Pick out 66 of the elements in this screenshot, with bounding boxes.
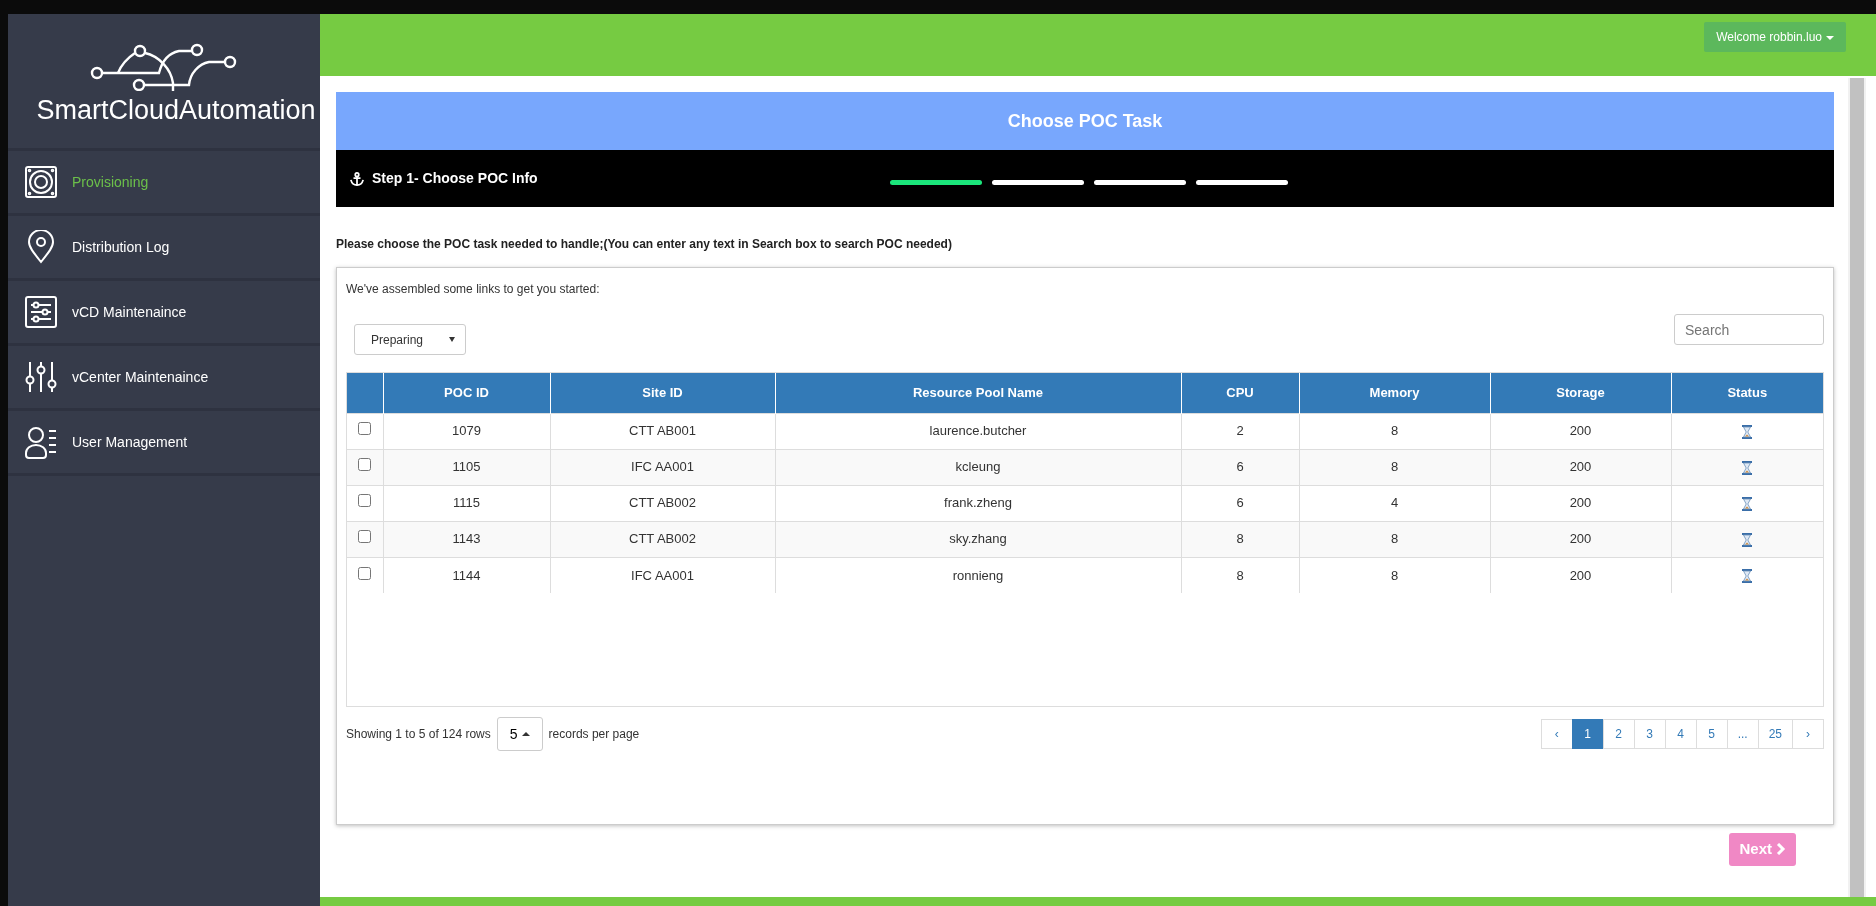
panel-title: Choose POC Task <box>336 92 1834 150</box>
page-link[interactable]: 5 <box>1695 719 1728 749</box>
page-link[interactable]: › <box>1792 719 1824 749</box>
row-checkbox[interactable] <box>358 458 372 472</box>
column-header: Status <box>1671 373 1823 413</box>
user-menu-button[interactable]: Welcome robbin.luo <box>1704 22 1846 52</box>
row-checkbox[interactable] <box>358 530 372 544</box>
page-size-label: records per page <box>548 726 640 743</box>
hourglass-icon <box>1742 569 1753 584</box>
page-link[interactable]: 3 <box>1633 719 1666 749</box>
chevron-right-icon <box>1776 843 1786 856</box>
column-header: Resource Pool Name <box>775 373 1181 413</box>
row-checkbox[interactable] <box>358 494 372 508</box>
table-cell: 200 <box>1490 449 1671 485</box>
table-cell: 8 <box>1181 557 1299 593</box>
speaker-icon <box>24 165 58 199</box>
table-cell: IFC AA001 <box>550 557 775 593</box>
table-cell: CTT AB002 <box>550 521 775 557</box>
page-link[interactable]: ... <box>1726 719 1759 749</box>
logo-text: SmartCloudAutomation <box>36 97 316 124</box>
hourglass-icon <box>1742 532 1753 547</box>
table-cell: ronnieng <box>775 557 1181 593</box>
caret-icon <box>521 732 530 736</box>
page-size-dropdown[interactable]: 5 <box>496 717 543 751</box>
page-link[interactable]: 25 <box>1757 719 1793 749</box>
page-link[interactable]: 2 <box>1602 719 1635 749</box>
table-cell: 200 <box>1490 557 1671 593</box>
column-header: POC ID <box>383 373 550 413</box>
page-link[interactable]: ‹ <box>1540 719 1573 749</box>
column-header: CPU <box>1181 373 1299 413</box>
row-checkbox[interactable] <box>358 422 372 436</box>
user-list-icon <box>24 425 58 459</box>
table-cell: 1144 <box>383 557 550 593</box>
dropdown-arrow-icon <box>449 337 455 342</box>
circuit-logo-icon <box>89 43 239 91</box>
table-cell: 1143 <box>383 521 550 557</box>
scrollbar[interactable] <box>1848 78 1866 897</box>
intro-text: We've assembled some links to get you started: <box>346 281 601 298</box>
row-checkbox[interactable] <box>358 566 372 580</box>
table-cell: 200 <box>1490 521 1671 557</box>
hourglass-icon <box>1742 460 1753 475</box>
table-cell: kcleung <box>775 449 1181 485</box>
caret-icon <box>1826 35 1834 40</box>
page-link[interactable]: 1 <box>1571 719 1604 749</box>
table-cell: 8 <box>1181 521 1299 557</box>
anchor-icon <box>350 171 364 186</box>
column-header: Storage <box>1490 373 1671 413</box>
column-header: Site ID <box>550 373 775 413</box>
page-link[interactable]: 4 <box>1664 719 1697 749</box>
sliders-icon <box>24 360 58 394</box>
column-header: Memory <box>1299 373 1490 413</box>
table-cell: 6 <box>1181 449 1299 485</box>
instruction-text: Please choose the POC task needed to handle;(You can enter any text in Search box to search POC needed) <box>336 236 953 253</box>
table-cell: 8 <box>1299 449 1490 485</box>
step-label: Step 1- Choose POC Info <box>372 169 538 188</box>
control-panel-icon <box>24 295 58 329</box>
hourglass-icon <box>1742 424 1753 439</box>
pagination-summary: Showing 1 to 5 of 124 rows <box>346 726 491 743</box>
table-cell: sky.zhang <box>775 521 1181 557</box>
table-cell: IFC AA001 <box>550 449 775 485</box>
table-cell: 8 <box>1299 521 1490 557</box>
hourglass-icon <box>1742 496 1753 511</box>
status-filter-dropdown[interactable]: Preparing <box>354 324 466 355</box>
search-field[interactable]: Search <box>1674 314 1824 345</box>
table-cell: 1105 <box>383 449 550 485</box>
table-cell: 8 <box>1299 557 1490 593</box>
